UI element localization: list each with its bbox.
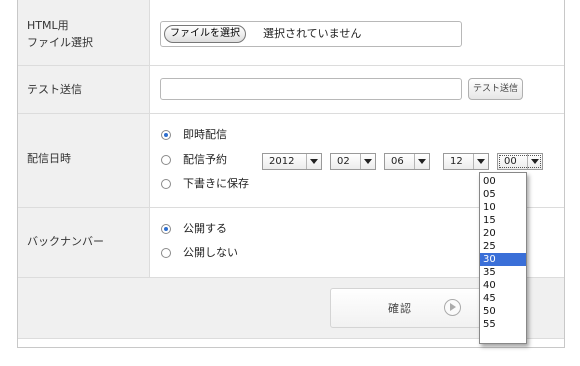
month-select-value: 02 — [337, 156, 350, 167]
test-send-label: テスト送信 — [27, 83, 82, 96]
minute-select[interactable]: 00 — [497, 153, 543, 170]
file-status-text: 選択されていません — [263, 27, 362, 40]
month-select[interactable]: 02 — [330, 153, 376, 170]
radio-scheduled[interactable] — [161, 155, 171, 165]
minute-option[interactable]: 10 — [480, 201, 526, 214]
row-label-cell: 配信日時 — [18, 114, 150, 207]
radio-publish-label[interactable]: 公開する — [183, 222, 227, 236]
radio-immediate[interactable] — [161, 130, 171, 140]
row-file-select: HTML用 ファイル選択 ファイルを選択 選択されていません — [18, 0, 564, 66]
minute-option[interactable]: 35 — [480, 266, 526, 279]
radio-draft-label[interactable]: 下書きに保存 — [183, 177, 249, 191]
chevron-down-icon — [360, 154, 375, 169]
radio-publish[interactable] — [161, 224, 171, 234]
choose-file-button[interactable]: ファイルを選択 — [164, 25, 246, 43]
day-select-value: 06 — [391, 156, 404, 167]
schedule-label: 配信日時 — [27, 152, 71, 165]
test-email-input[interactable] — [160, 78, 462, 100]
radio-unpublish[interactable] — [161, 248, 171, 258]
year-select[interactable]: 2012 — [262, 153, 322, 170]
hour-select-value: 12 — [450, 156, 463, 167]
minute-option[interactable]: 55 — [480, 318, 526, 331]
file-label-line2: ファイル選択 — [27, 36, 93, 49]
minute-select-value: 00 — [504, 156, 517, 167]
radio-scheduled-label[interactable]: 配信予約 — [183, 153, 227, 167]
row-label-cell: テスト送信 — [18, 66, 150, 113]
confirm-button-label: 確認 — [388, 302, 412, 315]
minute-option[interactable]: 15 — [480, 214, 526, 227]
confirm-button[interactable]: 確認 — [330, 288, 486, 328]
row-test-send: テスト送信 テスト送信 — [18, 66, 564, 114]
radio-immediate-label[interactable]: 即時配信 — [183, 128, 227, 142]
minute-option[interactable]: 20 — [480, 227, 526, 240]
hour-select[interactable]: 12 — [443, 153, 489, 170]
minute-option[interactable]: 45 — [480, 292, 526, 305]
radio-draft[interactable] — [161, 179, 171, 189]
radio-unpublish-label[interactable]: 公開しない — [183, 246, 238, 260]
minute-option[interactable]: 50 — [480, 305, 526, 318]
minute-dropdown-list[interactable]: 00 05 10 15 20 25 30 35 40 45 50 55 — [479, 172, 527, 344]
day-select[interactable]: 06 — [384, 153, 430, 170]
chevron-down-icon — [414, 154, 429, 169]
play-circle-icon — [444, 299, 461, 316]
backnumber-label: バックナンバー — [27, 235, 104, 248]
file-label-line1: HTML用 — [27, 19, 69, 32]
row-label-cell: HTML用 ファイル選択 — [18, 0, 150, 65]
test-send-button[interactable]: テスト送信 — [468, 78, 524, 100]
chevron-down-icon — [473, 154, 488, 169]
minute-option[interactable]: 05 — [480, 188, 526, 201]
year-select-value: 2012 — [269, 156, 295, 167]
chevron-down-icon — [306, 154, 321, 169]
chevron-down-icon — [527, 154, 542, 169]
row-label-cell: バックナンバー — [18, 208, 150, 277]
minute-option-highlighted[interactable]: 30 — [480, 253, 526, 266]
row-content-cell: テスト送信 — [150, 66, 564, 113]
minute-option[interactable]: 25 — [480, 240, 526, 253]
file-input[interactable]: ファイルを選択 選択されていません — [160, 21, 462, 47]
row-content-cell: ファイルを選択 選択されていません — [150, 0, 564, 65]
minute-option[interactable]: 40 — [480, 279, 526, 292]
minute-option[interactable]: 00 — [480, 175, 526, 188]
